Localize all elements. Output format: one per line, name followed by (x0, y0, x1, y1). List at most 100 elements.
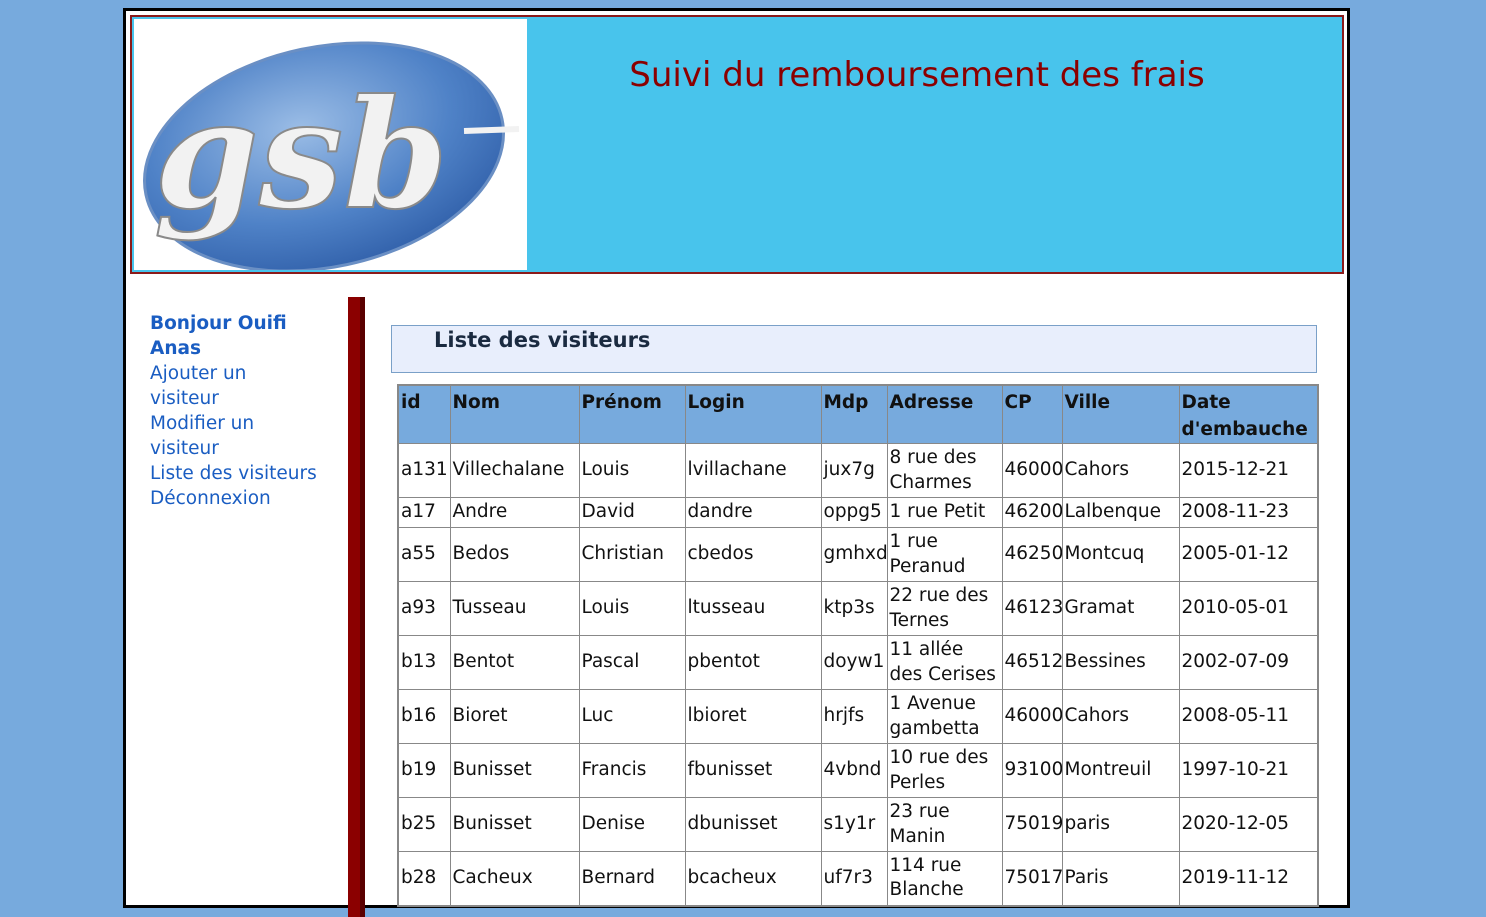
table-cell: a55 (397, 527, 451, 582)
table-cell: 114 rue Blanche (886, 851, 1003, 906)
table-cell: Francis (578, 743, 686, 798)
table-cell: a93 (397, 581, 451, 636)
table-cell: cbedos (684, 527, 822, 582)
table-cell: 2020-12-05 (1178, 797, 1319, 852)
header-banner: gsb Suivi du remboursement des frais (130, 15, 1344, 274)
table-cell: b28 (397, 851, 451, 906)
table-cell: uf7r3 (820, 851, 888, 906)
table-cell: ktp3s (820, 581, 888, 636)
table-cell: 1 rue Petit (886, 497, 1003, 528)
table-cell: lbioret (684, 689, 822, 744)
table-cell: Paris (1061, 851, 1180, 906)
page-container: gsb Suivi du remboursement des frais Bon… (123, 8, 1350, 917)
table-cell: Cahors (1061, 689, 1180, 744)
table-cell: Cahors (1061, 443, 1180, 498)
table-row: a55 Bedos Christian cbedos gmhxd 1 rue Peranu… (397, 527, 1319, 582)
table-cell: lvillachane (684, 443, 822, 498)
table-cell: Bernard (578, 851, 686, 906)
table-cell: 4vbnd (820, 743, 888, 798)
menu-item-add-visitor[interactable]: Ajouter un visiteur (150, 361, 320, 411)
column-header-cp: CP (1001, 385, 1062, 444)
table-cell: pbentot (684, 635, 822, 690)
menu-item-edit-visitor[interactable]: Modifier un visiteur (150, 411, 320, 461)
content-heading-box: Liste des visiteurs (391, 325, 1317, 373)
table-cell: Bioret (449, 689, 580, 744)
table-cell: 10 rue des Perles (886, 743, 1003, 798)
table-cell: fbunisset (684, 743, 822, 798)
table-cell: Louis (578, 581, 686, 636)
table-cell: Luc (578, 689, 686, 744)
table-cell: Cacheux (449, 851, 580, 906)
table-cell: Christian (578, 527, 686, 582)
table-cell: Andre (449, 497, 580, 528)
table-cell: 1 Avenue gambetta (886, 689, 1003, 744)
table-cell: Montreuil (1061, 743, 1180, 798)
table-cell: a17 (397, 497, 451, 528)
table-cell: 46200 (1001, 497, 1063, 528)
table-cell: Bentot (449, 635, 580, 690)
visitors-table-container: id Nom Prénom Login Mdp Adresse CP Ville… (397, 384, 1319, 907)
table-cell: 2002-07-09 (1178, 635, 1319, 690)
table-cell: David (578, 497, 686, 528)
table-cell: dandre (684, 497, 822, 528)
table-row: b28 Cacheux Bernard bcacheux uf7r3 114 rue Bl… (397, 851, 1319, 906)
page-title: Suivi du remboursement des frais (629, 55, 1205, 95)
table-cell: jux7g (820, 443, 888, 498)
sidebar-divider (348, 297, 365, 917)
column-header-prenom: Prénom (578, 385, 685, 444)
menu-item-list-visitors[interactable]: Liste des visiteurs (150, 461, 320, 486)
table-cell: 75019 (1001, 797, 1063, 852)
table-cell: Pascal (578, 635, 686, 690)
table-cell: Tusseau (449, 581, 580, 636)
greeting: Bonjour Ouifi Anas (150, 313, 287, 359)
table-cell: s1y1r (820, 797, 888, 852)
table-row: b25 Bunisset Denise dbunisset s1y1r 23 rue Ma… (397, 797, 1319, 852)
table-cell: a131 (397, 443, 451, 498)
table-cell: bcacheux (684, 851, 822, 906)
table-cell: paris (1061, 797, 1180, 852)
table-cell: Gramat (1061, 581, 1180, 636)
table-cell: oppg5 (820, 497, 888, 528)
content-heading: Liste des visiteurs (434, 328, 651, 352)
table-cell: hrjfs (820, 689, 888, 744)
table-cell: 11 allée des Cerises (886, 635, 1003, 690)
table-cell: gmhxd (820, 527, 888, 582)
table-header-row: id Nom Prénom Login Mdp Adresse CP Ville… (398, 385, 1318, 444)
menu-item-logout[interactable]: Déconnexion (150, 486, 320, 511)
column-header-adresse: Adresse (886, 385, 1002, 444)
table-cell: 23 rue Manin (886, 797, 1003, 852)
logo-text: gsb (154, 67, 448, 243)
column-header-mdp: Mdp (820, 385, 887, 444)
column-header-date-embauche: Date d'embauche (1178, 385, 1318, 444)
table-cell: 2005-01-12 (1178, 527, 1319, 582)
table-row: a93 Tusseau Louis ltusseau ktp3s 22 rue des T… (397, 581, 1319, 636)
table-cell: Louis (578, 443, 686, 498)
table-cell: Denise (578, 797, 686, 852)
table-cell: 46000 (1001, 689, 1063, 744)
table-cell: b25 (397, 797, 451, 852)
table-cell: Villechalane (449, 443, 580, 498)
table-row: b19 Bunisset Francis fbunisset 4vbnd 10 rue d… (397, 743, 1319, 798)
table-cell: b13 (397, 635, 451, 690)
sidebar-menu: Bonjour Ouifi Anas Ajouter un visiteur M… (150, 311, 320, 511)
table-cell: 2015-12-21 (1178, 443, 1319, 498)
table-cell: dbunisset (684, 797, 822, 852)
table-cell: 1 rue Peranud (886, 527, 1003, 582)
table-cell: 2008-11-23 (1178, 497, 1319, 528)
gsb-logo: gsb (134, 19, 527, 270)
table-cell: 46250 (1001, 527, 1063, 582)
table-cell: 2008-05-11 (1178, 689, 1319, 744)
column-header-nom: Nom (449, 385, 579, 444)
table-cell: doyw1 (820, 635, 888, 690)
table-cell: ltusseau (684, 581, 822, 636)
table-cell: 1997-10-21 (1178, 743, 1319, 798)
column-header-id: id (398, 385, 450, 444)
visitors-table: id Nom Prénom Login Mdp Adresse CP Ville… (397, 384, 1319, 907)
table-cell: Bunisset (449, 743, 580, 798)
table-cell: b19 (397, 743, 451, 798)
table-cell: 2019-11-12 (1178, 851, 1319, 906)
table-row: b13 Bentot Pascal pbentot doyw1 11 allée des … (397, 635, 1319, 690)
table-cell: 46123 (1001, 581, 1063, 636)
table-cell: Bedos (449, 527, 580, 582)
table-body: a131 Villechalane Louis lvillachane jux7g 8 r… (397, 443, 1319, 906)
